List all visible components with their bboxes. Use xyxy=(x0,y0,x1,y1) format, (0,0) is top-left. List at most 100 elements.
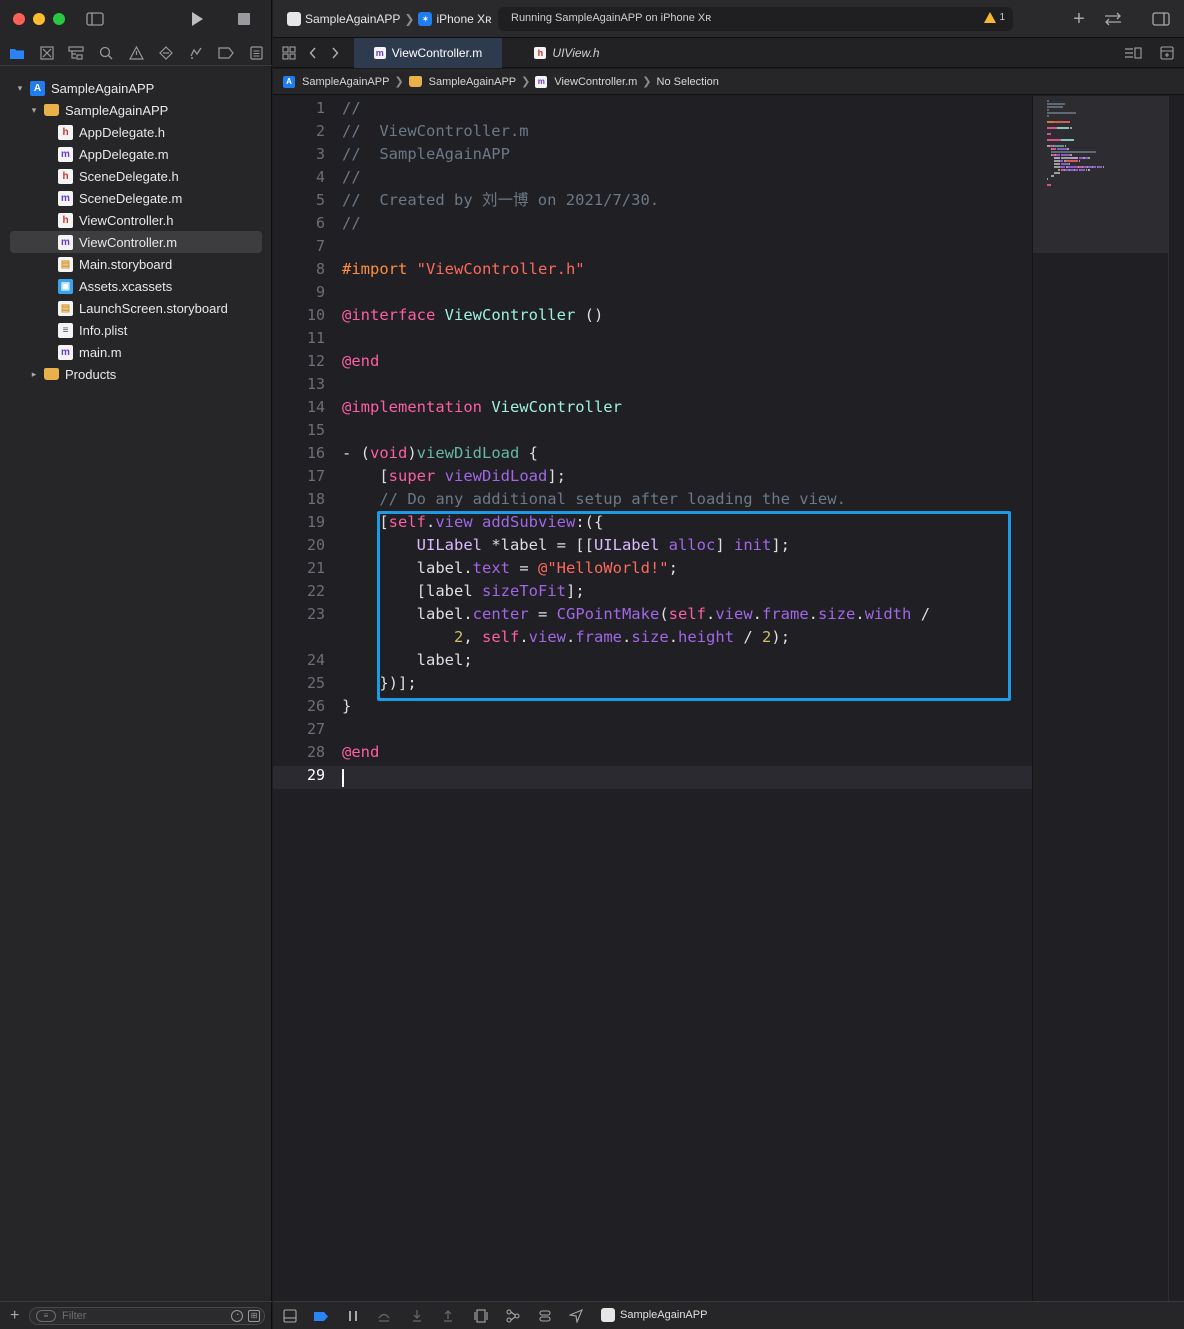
filter-options-icon[interactable]: ≡ xyxy=(36,1310,56,1322)
line-number[interactable] xyxy=(273,626,325,649)
environment-overrides-icon[interactable] xyxy=(537,1308,553,1324)
code-line[interactable]: @end xyxy=(342,741,379,764)
tree-item[interactable]: ▤ LaunchScreen.storyboard xyxy=(10,297,262,319)
related-items-grid-icon[interactable] xyxy=(278,42,300,64)
view-hierarchy-icon[interactable] xyxy=(473,1308,489,1324)
tree-item[interactable]: h SceneDelegate.h xyxy=(10,165,262,187)
scheme-selector[interactable]: SampleAgainAPP ❯ ✶ iPhone Xʀ xyxy=(287,10,492,28)
line-number[interactable]: 15 xyxy=(273,419,325,442)
line-number[interactable]: 11 xyxy=(273,327,325,350)
source-control-icon[interactable] xyxy=(37,43,57,63)
minimize-window-button[interactable] xyxy=(33,13,45,25)
jumpbar-project[interactable]: SampleAgainAPP xyxy=(302,76,389,88)
tab-viewcontroller-m[interactable]: m ViewController.m xyxy=(354,38,502,68)
line-number[interactable]: 29 xyxy=(273,764,325,787)
step-over-icon[interactable] xyxy=(376,1308,392,1324)
line-number[interactable]: 27 xyxy=(273,718,325,741)
code-line[interactable]: // xyxy=(342,97,361,120)
issue-navigator-icon[interactable] xyxy=(126,43,146,63)
code-line[interactable]: - (void)viewDidLoad { xyxy=(342,442,538,465)
go-forward-chevron-icon[interactable] xyxy=(324,42,346,64)
add-editor-icon[interactable] xyxy=(1156,42,1178,64)
line-number[interactable]: 9 xyxy=(273,281,325,304)
line-number[interactable]: 2 xyxy=(273,120,325,143)
code-line[interactable]: // Do any additional setup after loading… xyxy=(342,488,846,511)
line-number[interactable]: 3 xyxy=(273,143,325,166)
editor-scrollbar[interactable] xyxy=(1168,96,1184,1301)
tree-item[interactable]: ▸ Products xyxy=(10,363,262,385)
code-line[interactable]: [super viewDidLoad]; xyxy=(342,465,566,488)
line-number[interactable]: 18 xyxy=(273,488,325,511)
tree-item[interactable]: h ViewController.h xyxy=(10,209,262,231)
line-number[interactable]: 4 xyxy=(273,166,325,189)
code-line[interactable]: // Created by 刘一博 on 2021/7/30. xyxy=(342,189,659,212)
tree-item[interactable]: h AppDelegate.h xyxy=(10,121,262,143)
line-number[interactable]: 8 xyxy=(273,258,325,281)
line-number[interactable]: 5 xyxy=(273,189,325,212)
line-number[interactable]: 17 xyxy=(273,465,325,488)
tree-item[interactable]: m ViewController.m xyxy=(10,231,262,253)
line-number[interactable]: 13 xyxy=(273,373,325,396)
debug-navigator-icon[interactable] xyxy=(186,43,206,63)
editor-options-icon[interactable] xyxy=(1122,42,1144,64)
line-number[interactable]: 19 xyxy=(273,511,325,534)
line-number[interactable]: 28 xyxy=(273,741,325,764)
breakpoint-navigator-icon[interactable] xyxy=(216,43,236,63)
disclosure-collapsed-icon[interactable]: ▸ xyxy=(28,368,40,380)
tree-item[interactable]: ≡ Info.plist xyxy=(10,319,262,341)
debug-target-selector[interactable]: SampleAgainAPP xyxy=(601,1308,707,1322)
line-number[interactable]: 10 xyxy=(273,304,325,327)
search-icon[interactable] xyxy=(96,43,116,63)
stop-button[interactable] xyxy=(233,8,255,30)
line-number[interactable]: 1 xyxy=(273,97,325,120)
tree-item[interactable]: m AppDelegate.m xyxy=(10,143,262,165)
line-number[interactable]: 26 xyxy=(273,695,325,718)
test-navigator-icon[interactable] xyxy=(156,43,176,63)
warning-indicator[interactable]: 1 xyxy=(984,12,1005,23)
minimap[interactable] xyxy=(1032,96,1169,1301)
tree-item[interactable]: ▾ A SampleAgainAPP xyxy=(10,77,262,99)
tree-item[interactable]: m main.m xyxy=(10,341,262,363)
pause-icon[interactable] xyxy=(345,1308,361,1324)
library-plus-icon[interactable]: + xyxy=(1068,8,1090,30)
code-line[interactable]: @end xyxy=(342,350,379,373)
line-number[interactable]: 7 xyxy=(273,235,325,258)
code-line[interactable]: // xyxy=(342,212,361,235)
toggle-inspector-icon[interactable] xyxy=(1150,8,1172,30)
code-line[interactable]: // ViewController.m xyxy=(342,120,529,143)
code-line[interactable]: @implementation ViewController xyxy=(342,396,622,419)
line-number[interactable]: 14 xyxy=(273,396,325,419)
line-number[interactable]: 24 xyxy=(273,649,325,672)
jumpbar-group[interactable]: SampleAgainAPP xyxy=(429,76,516,88)
code-review-icon[interactable] xyxy=(1102,8,1124,30)
filter-input[interactable] xyxy=(62,1309,222,1323)
add-file-plus-icon[interactable]: + xyxy=(10,1307,19,1325)
hide-debug-area-icon[interactable] xyxy=(282,1308,298,1324)
code-line[interactable]: // xyxy=(342,166,361,189)
disclosure-expanded-icon[interactable]: ▾ xyxy=(28,104,40,116)
simulate-location-icon[interactable] xyxy=(568,1308,584,1324)
line-number[interactable]: 22 xyxy=(273,580,325,603)
symbol-navigator-icon[interactable] xyxy=(66,43,86,63)
line-number[interactable]: 12 xyxy=(273,350,325,373)
tree-item[interactable]: ▤ Main.storyboard xyxy=(10,253,262,275)
tree-item[interactable]: ▣ Assets.xcassets xyxy=(10,275,262,297)
step-into-icon[interactable] xyxy=(409,1308,425,1324)
jumpbar-selection[interactable]: No Selection xyxy=(657,76,719,88)
scheme-device-label[interactable]: iPhone Xʀ xyxy=(436,12,491,26)
recent-files-clock-icon[interactable]: ◔ xyxy=(231,1310,243,1322)
project-navigator-folder-icon[interactable] xyxy=(7,43,27,63)
source-editor[interactable]: 1 2 3 4 5 6 7 8 9 10 11 12 13 14 15 16 17 18 19 20 21 22 23 24 2… xyxy=(273,96,1032,1301)
code-line[interactable]: // SampleAgainAPP xyxy=(342,143,510,166)
line-number[interactable]: 25 xyxy=(273,672,325,695)
line-number[interactable]: 21 xyxy=(273,557,325,580)
close-window-button[interactable] xyxy=(13,13,25,25)
run-button[interactable] xyxy=(186,8,208,30)
report-navigator-icon[interactable] xyxy=(246,43,266,63)
source-control-filter-icon[interactable]: ⊞ xyxy=(248,1310,260,1322)
jumpbar-file[interactable]: ViewController.m xyxy=(554,76,637,88)
zoom-window-button[interactable] xyxy=(53,13,65,25)
line-number[interactable]: 16 xyxy=(273,442,325,465)
line-number[interactable]: 20 xyxy=(273,534,325,557)
disclosure-expanded-icon[interactable]: ▾ xyxy=(14,82,26,94)
